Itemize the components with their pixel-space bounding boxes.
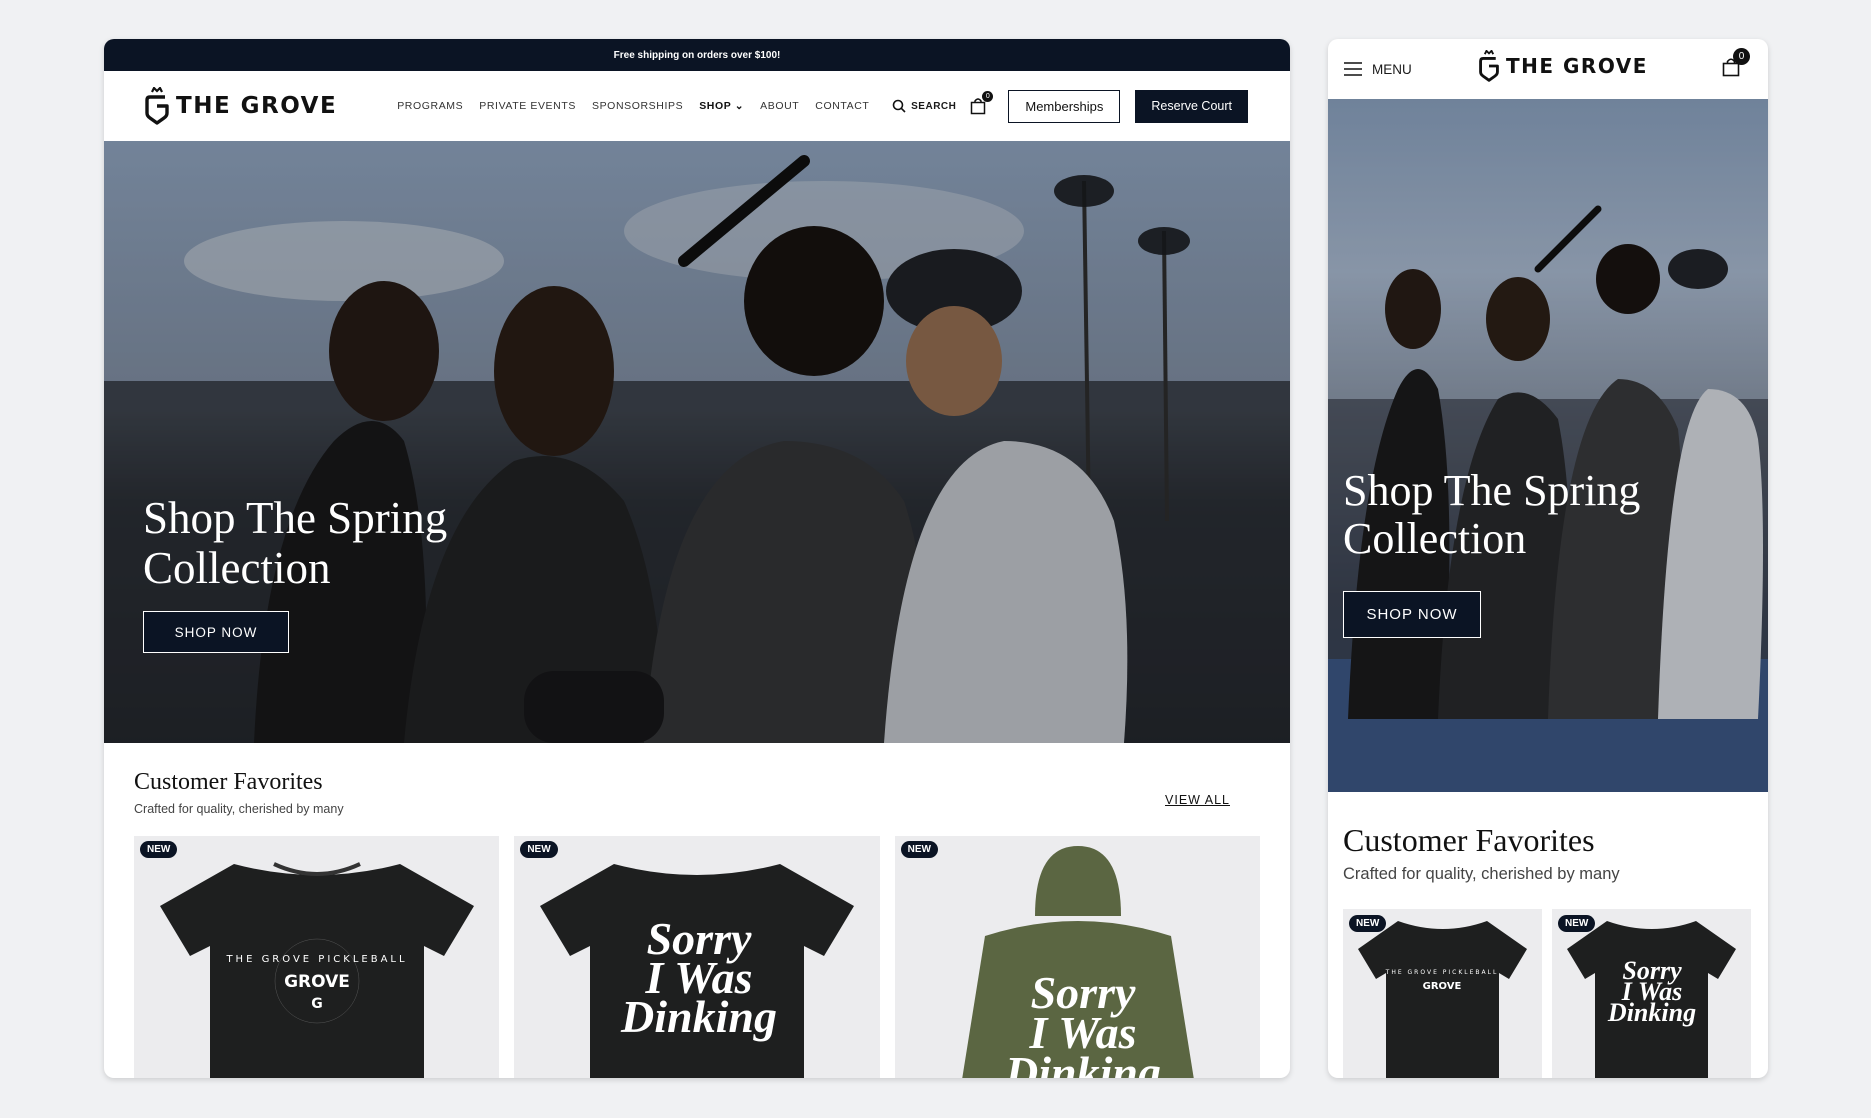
product-card[interactable]: NEW THE GROVE PICKLEBALL GROVE	[1343, 909, 1542, 1078]
new-badge: NEW	[520, 841, 558, 858]
hero-title: Shop The Spring Collection	[143, 493, 448, 593]
new-badge: NEW	[1349, 915, 1387, 932]
hero-banner: Shop The Spring Collection SHOP NOW	[1328, 99, 1768, 792]
section-subtitle: Crafted for quality, cherished by many	[134, 802, 344, 816]
desktop-frame: Free shipping on orders over $100! THE G…	[104, 39, 1290, 1078]
slogan-line-3: Dinking	[1004, 1047, 1161, 1078]
cart-button[interactable]: 0	[1722, 48, 1750, 77]
new-badge: NEW	[1558, 915, 1596, 932]
nav-contact[interactable]: CONTACT	[815, 100, 869, 112]
mobile-frame: MENU THE GROVE 0 Shop The Spring Collect…	[1328, 39, 1768, 1078]
section-title: Customer Favorites	[1343, 822, 1595, 858]
grove-logo-icon	[1479, 50, 1499, 82]
slogan-line-3: Dinking	[620, 991, 777, 1042]
search-button[interactable]: SEARCH	[892, 99, 956, 113]
hamburger-icon	[1344, 62, 1362, 76]
section-title: Customer Favorites	[134, 769, 323, 795]
product-grid: NEW THE GROVE PICKLEBALL GROVE G NEW Sor…	[134, 836, 1260, 1078]
promo-text: Free shipping on orders over $100!	[613, 49, 781, 61]
nav-sponsorships[interactable]: SPONSORSHIPS	[592, 100, 683, 112]
new-badge: NEW	[140, 841, 178, 858]
search-icon	[892, 99, 906, 113]
product-grid: NEW THE GROVE PICKLEBALL GROVE NEW Sorry…	[1343, 909, 1753, 1078]
svg-text:G: G	[311, 996, 323, 1012]
nav-shop[interactable]: SHOP ⌄	[699, 100, 744, 112]
cart-button[interactable]: 0	[970, 91, 994, 115]
logo[interactable]: THE GROVE	[144, 87, 337, 125]
cart-count-badge: 0	[1733, 48, 1750, 65]
nav-programs[interactable]: PROGRAMS	[397, 100, 463, 112]
logo[interactable]: THE GROVE	[1478, 50, 1648, 82]
slogan-line-3: Dinking	[1607, 998, 1696, 1027]
product-card[interactable]: NEW Sorry I Was Dinking	[1552, 909, 1751, 1078]
header-actions: SEARCH 0 Memberships Reserve Court	[892, 71, 1248, 141]
hero-title: Shop The Spring Collection	[1343, 466, 1641, 563]
logo-wordmark: THE GROVE	[176, 93, 338, 119]
sorry-i-was-dinking-tee-image: Sorry I Was Dinking	[540, 864, 855, 1078]
customer-favorites: Customer Favorites Crafted for quality, …	[1328, 792, 1768, 1078]
reserve-court-button[interactable]: Reserve Court	[1135, 89, 1248, 123]
nav-private-events[interactable]: PRIVATE EVENTS	[479, 100, 576, 112]
new-badge: NEW	[900, 841, 938, 858]
grove-circle-tee-image: THE GROVE PICKLEBALL GROVE G	[160, 862, 474, 1078]
section-subtitle: Crafted for quality, cherished by many	[1343, 865, 1620, 883]
memberships-button[interactable]: Memberships	[1008, 89, 1121, 123]
sorry-i-was-dinking-hoodie-image: Sorry I Was Dinking	[961, 846, 1194, 1078]
cart-count-badge: 0	[982, 91, 994, 102]
logo-wordmark: THE GROVE	[1506, 54, 1648, 78]
circle-text: THE GROVE PICKLEBALL	[1385, 969, 1499, 976]
shop-now-button[interactable]: SHOP NOW	[143, 611, 289, 653]
hero-overlay	[1328, 99, 1768, 792]
menu-button[interactable]: MENU	[1344, 62, 1412, 77]
main-nav: PROGRAMS PRIVATE EVENTS SPONSORSHIPS SHO…	[397, 100, 869, 112]
center-text: GROVE	[284, 972, 350, 992]
nav-about[interactable]: ABOUT	[760, 100, 799, 112]
grove-logo-icon	[145, 87, 169, 125]
grove-circle-tee-image: THE GROVE PICKLEBALL GROVE	[1358, 921, 1527, 1078]
nav-shop-label: SHOP	[699, 100, 732, 112]
shop-now-button[interactable]: SHOP NOW	[1343, 591, 1481, 638]
sorry-i-was-dinking-tee-image: Sorry I Was Dinking	[1567, 921, 1736, 1078]
product-card[interactable]: NEW Sorry I Was Dinking	[514, 836, 880, 1078]
view-all-link[interactable]: VIEW ALL	[1165, 793, 1230, 807]
mobile-header: MENU THE GROVE 0	[1328, 39, 1768, 99]
hero-banner: Shop The Spring Collection SHOP NOW	[104, 141, 1290, 743]
center-text: GROVE	[1423, 981, 1462, 992]
promo-bar: Free shipping on orders over $100!	[104, 39, 1290, 71]
product-card[interactable]: NEW Sorry I Was Dinking	[894, 836, 1260, 1078]
circle-text: THE GROVE PICKLEBALL	[225, 954, 407, 965]
customer-favorites: Customer Favorites Crafted for quality, …	[104, 743, 1290, 1078]
menu-label: MENU	[1372, 61, 1412, 77]
product-card[interactable]: NEW THE GROVE PICKLEBALL GROVE G	[134, 836, 500, 1078]
search-label: SEARCH	[911, 100, 957, 112]
chevron-down-icon: ⌄	[734, 100, 745, 112]
desktop-header: THE GROVE PROGRAMS PRIVATE EVENTS SPONSO…	[104, 71, 1290, 141]
